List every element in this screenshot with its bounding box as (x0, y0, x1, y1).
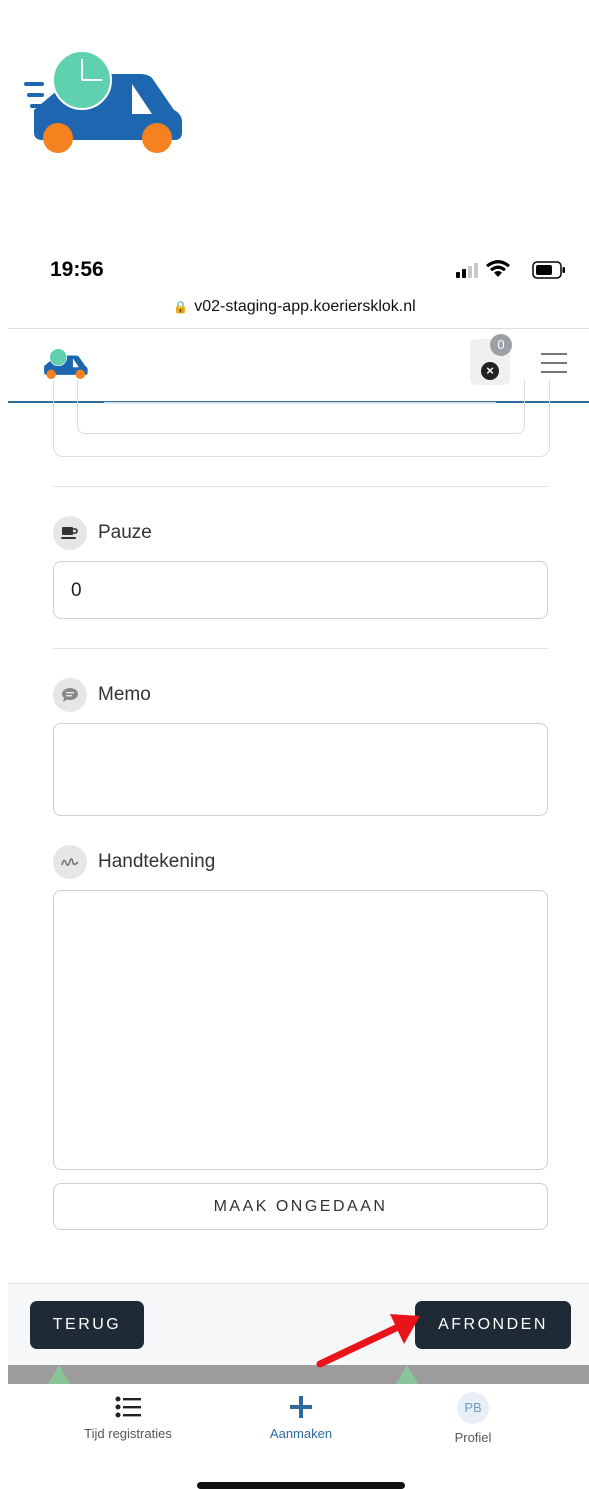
notification-button[interactable]: × 0 (470, 334, 512, 385)
action-footer: TERUG AFRONDEN (8, 1283, 589, 1366)
memo-label: Memo (98, 684, 151, 705)
annotation-arrow-icon (310, 1310, 430, 1370)
speech-bubble-icon (53, 678, 87, 712)
battery-icon (532, 261, 566, 279)
notification-badge: 0 (490, 334, 512, 356)
avatar: PB (457, 1392, 489, 1424)
hamburger-menu-icon[interactable] (541, 353, 567, 373)
tab-label: Tijd registraties (84, 1426, 172, 1441)
home-indicator (197, 1482, 405, 1489)
section-divider (53, 486, 548, 487)
tab-label: Aanmaken (269, 1426, 333, 1441)
wifi-icon (485, 259, 511, 279)
pauze-input[interactable]: 0 (53, 561, 548, 619)
browser-url-bar[interactable]: 🔒 v02-staging-app.koeriersklok.nl (0, 298, 589, 316)
tab-profiel[interactable]: PB Profiel (398, 1392, 548, 1445)
tab-tijd-registraties[interactable]: Tijd registraties (53, 1396, 203, 1441)
undo-signature-button[interactable]: MAAK ONGEDAAN (53, 1183, 548, 1230)
tab-aanmaken[interactable]: Aanmaken (226, 1396, 376, 1441)
navbar-logo[interactable] (40, 347, 90, 381)
signature-pad[interactable] (53, 890, 548, 1170)
section-divider (53, 648, 548, 649)
tab-label: Profiel (454, 1430, 492, 1445)
finish-button[interactable]: AFRONDEN (415, 1301, 571, 1349)
pauze-value: 0 (71, 580, 82, 601)
memo-textarea[interactable] (53, 723, 548, 816)
list-icon (115, 1396, 141, 1418)
triangle-marker (48, 1365, 70, 1384)
lock-icon: 🔒 (173, 300, 189, 314)
previous-field-line (104, 402, 496, 404)
plus-icon (289, 1396, 313, 1418)
coffee-icon (53, 516, 87, 550)
url-text: v02-staging-app.koeriersklok.nl (194, 298, 416, 315)
signature-label: Handtekening (98, 851, 216, 872)
cellular-signal-icon (456, 262, 480, 278)
status-time: 19:56 (50, 258, 104, 281)
bottom-tab-bar: Tijd registraties Aanmaken PB Profiel (8, 1384, 589, 1464)
pauze-label: Pauze (98, 522, 152, 543)
signature-icon (53, 845, 87, 879)
scroll-indicator-strip (8, 1365, 589, 1384)
close-circle-icon: × (481, 362, 499, 380)
brand-logo (20, 48, 190, 158)
previous-field-bottom (77, 380, 525, 434)
back-button[interactable]: TERUG (30, 1301, 144, 1349)
